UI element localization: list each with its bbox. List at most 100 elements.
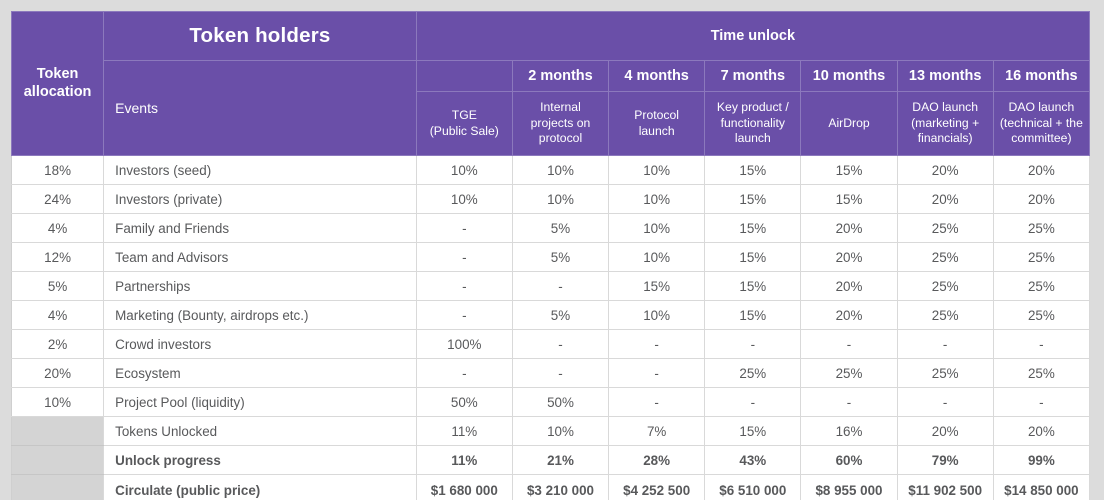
cell-token-allocation xyxy=(10,474,105,500)
cell-unlock-value: $11 902 500 xyxy=(896,474,994,500)
cell-unlock-value: 50% xyxy=(511,387,610,417)
header-month-2: 2 months xyxy=(511,60,610,92)
cell-unlock-value: - xyxy=(704,329,802,359)
cell-unlock-value: 20% xyxy=(800,242,898,272)
cell-unlock-value: - xyxy=(511,329,610,359)
header-month-16: 16 months xyxy=(992,60,1091,92)
table-row: 24% Investors (private) 10% 10% 10% 15% 15% 20%… xyxy=(10,184,1091,214)
cell-unlock-value: - xyxy=(896,387,994,417)
cell-unlock-value: 25% xyxy=(992,242,1091,272)
header-month-13: 13 months xyxy=(896,60,994,92)
cell-token-allocation: 12% xyxy=(10,242,105,272)
cell-unlock-value: 15% xyxy=(800,184,898,214)
cell-unlock-value: 99% xyxy=(992,445,1091,475)
table-row: 2% Crowd investors 100% - - - - - - xyxy=(10,329,1091,359)
cell-unlock-value: 15% xyxy=(704,155,802,185)
cell-unlock-value: - xyxy=(992,329,1091,359)
cell-event-name: Investors (private) xyxy=(103,184,417,214)
table-header: Token allocation Token holders Time unlo… xyxy=(10,11,1091,156)
cell-token-allocation: 5% xyxy=(10,271,105,301)
cell-unlock-value: 10% xyxy=(608,213,706,243)
table-row: 20% Ecosystem - - -25% 25% 25% 25% xyxy=(10,358,1091,388)
cell-unlock-value: 7% xyxy=(608,416,706,446)
cell-unlock-value: - xyxy=(511,358,610,388)
token-distribution-table: Token allocation Token holders Time unlo… xyxy=(10,11,1091,500)
table-row: Tokens Unlocked 11% 10% 7% 15% 16% 20% 20% xyxy=(10,416,1091,446)
cell-unlock-value: 11% xyxy=(415,416,513,446)
cell-unlock-value: $6 510 000 xyxy=(704,474,802,500)
cell-unlock-value: - xyxy=(415,358,513,388)
cell-unlock-value: $3 210 000 xyxy=(511,474,610,500)
header-row-top: Token allocation Token holders Time unlo… xyxy=(10,11,1091,156)
cell-token-allocation xyxy=(10,416,105,446)
cell-unlock-value: $8 955 000 xyxy=(800,474,898,500)
header-desc-protocol-launch: Protocol launch xyxy=(608,91,706,156)
table-row: 10% Project Pool (liquidity) 50% 50% - - - - - xyxy=(10,387,1091,417)
cell-unlock-value: 25% xyxy=(896,271,994,301)
cell-unlock-value: $1 680 000 xyxy=(415,474,513,500)
cell-unlock-value: 15% xyxy=(704,213,802,243)
header-month-10: 10 months xyxy=(800,60,898,92)
cell-unlock-value: 20% xyxy=(992,416,1091,446)
cell-unlock-value: 15% xyxy=(704,300,802,330)
header-desc-key-product: Key product / functionality launch xyxy=(704,91,802,156)
cell-event-name: Team and Advisors xyxy=(103,242,417,272)
cell-event-name: Partnerships xyxy=(103,271,417,301)
cell-unlock-value: 60% xyxy=(800,445,898,475)
cell-unlock-value: 20% xyxy=(992,155,1091,185)
cell-unlock-value: - xyxy=(800,329,898,359)
cell-token-allocation: 4% xyxy=(10,300,105,330)
cell-unlock-value: 10% xyxy=(608,155,706,185)
header-desc-dao-marketing: DAO launch (marketing + financials) xyxy=(896,91,994,156)
header-month-4: 4 months xyxy=(608,60,706,92)
cell-unlock-value: 79% xyxy=(896,445,994,475)
cell-event-name: Ecosystem xyxy=(103,358,417,388)
cell-unlock-value: 5% xyxy=(511,300,610,330)
cell-unlock-value: - xyxy=(992,387,1091,417)
page-root: Token allocation Token holders Time unlo… xyxy=(0,0,1104,500)
cell-event-name: Marketing (Bounty, airdrops etc.) xyxy=(103,300,417,330)
cell-unlock-value: 25% xyxy=(896,242,994,272)
cell-token-allocation: 24% xyxy=(10,184,105,214)
cell-unlock-value: - xyxy=(415,242,513,272)
cell-event-name: Project Pool (liquidity) xyxy=(103,387,417,417)
header-desc-airdrop: AirDrop xyxy=(800,91,898,156)
table-row: Circulate (public price) $1 680 000 $3 210… xyxy=(10,474,1091,500)
header-token-allocation: Token allocation xyxy=(10,11,105,156)
cell-unlock-value: - xyxy=(608,358,706,388)
cell-unlock-value: 20% xyxy=(800,213,898,243)
cell-unlock-value: - xyxy=(704,387,802,417)
cell-unlock-value: 20% xyxy=(800,271,898,301)
header-token-holders: Token holders xyxy=(103,11,417,61)
table-row: 5% Partnerships - -15% 15% 20% 25% 25% xyxy=(10,271,1091,301)
header-row-months: Events 2 months 4 months 7 months 10 mon… xyxy=(12,60,1091,156)
cell-unlock-value: 15% xyxy=(704,416,802,446)
cell-unlock-value: - xyxy=(608,329,706,359)
cell-unlock-value: 25% xyxy=(896,300,994,330)
cell-unlock-value: 25% xyxy=(800,358,898,388)
cell-unlock-value: 10% xyxy=(608,184,706,214)
cell-unlock-value: $4 252 500 xyxy=(608,474,706,500)
cell-event-name: Unlock progress xyxy=(103,445,417,475)
cell-event-name: Investors (seed) xyxy=(103,155,417,185)
cell-unlock-value: 20% xyxy=(800,300,898,330)
header-month-tge xyxy=(415,60,513,92)
cell-unlock-value: - xyxy=(511,271,610,301)
table-row: 12% Team and Advisors -5% 10% 15% 20% 25% 25% xyxy=(10,242,1091,272)
cell-unlock-value: 25% xyxy=(704,358,802,388)
cell-unlock-value: 20% xyxy=(992,184,1091,214)
cell-unlock-value: 10% xyxy=(608,242,706,272)
cell-unlock-value: 20% xyxy=(896,184,994,214)
cell-unlock-value: - xyxy=(415,213,513,243)
cell-unlock-value: - xyxy=(896,329,994,359)
cell-unlock-value: 25% xyxy=(992,358,1091,388)
cell-unlock-value: 15% xyxy=(704,184,802,214)
cell-unlock-value: 11% xyxy=(415,445,513,475)
cell-unlock-value: - xyxy=(800,387,898,417)
cell-unlock-value: 25% xyxy=(992,213,1091,243)
header-desc-dao-technical: DAO launch (technical + the committee) xyxy=(992,91,1091,156)
cell-unlock-value: 50% xyxy=(415,387,513,417)
cell-unlock-value: 100% xyxy=(415,329,513,359)
cell-token-allocation: 2% xyxy=(10,329,105,359)
cell-unlock-value: 25% xyxy=(896,358,994,388)
